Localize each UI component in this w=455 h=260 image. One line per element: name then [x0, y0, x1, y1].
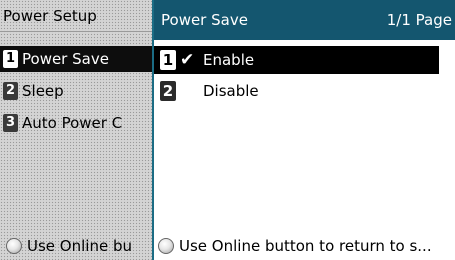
menu-item-label: Auto Power C [22, 114, 123, 132]
menu-item-label: Sleep [22, 82, 64, 100]
panel-footer-hint: Use Online button to return to s... [154, 232, 455, 260]
menu-item-power-save[interactable]: 1 Power Save [0, 46, 152, 72]
power-setup-menu: Power Setup 1 Power Save 2 Sleep 3 Auto … [0, 0, 152, 260]
footer-hint-text: Use Online bu [27, 237, 132, 255]
panel-title: Power Save [161, 11, 248, 29]
online-button-icon [158, 238, 174, 254]
item-number-badge: 3 [3, 114, 18, 132]
option-enable[interactable]: 1 ✔ Enable [154, 46, 439, 74]
menu-item-sleep[interactable]: 2 Sleep [0, 78, 152, 104]
option-number-badge: 2 [160, 81, 176, 101]
checkmark-icon: ✔ [180, 50, 195, 70]
footer-hint-text: Use Online button to return to s... [179, 237, 432, 255]
item-number-badge: 2 [3, 82, 18, 100]
menu-footer-hint: Use Online bu [0, 232, 152, 260]
title-bar: Power Save 1/1 Page [154, 0, 455, 40]
power-save-panel: Power Save 1/1 Page 1 ✔ Enable 2 Disable… [152, 0, 455, 260]
option-disable[interactable]: 2 Disable [154, 77, 439, 105]
menu-header: Power Setup [0, 0, 152, 32]
menu-item-label: Power Save [22, 50, 109, 68]
online-button-icon [6, 238, 22, 254]
menu-item-auto-power[interactable]: 3 Auto Power C [0, 110, 152, 136]
item-number-badge: 1 [3, 50, 18, 68]
page-indicator: 1/1 Page [386, 11, 452, 29]
option-number-badge: 1 [160, 50, 176, 70]
option-label: Enable [203, 51, 255, 69]
option-label: Disable [203, 82, 259, 100]
